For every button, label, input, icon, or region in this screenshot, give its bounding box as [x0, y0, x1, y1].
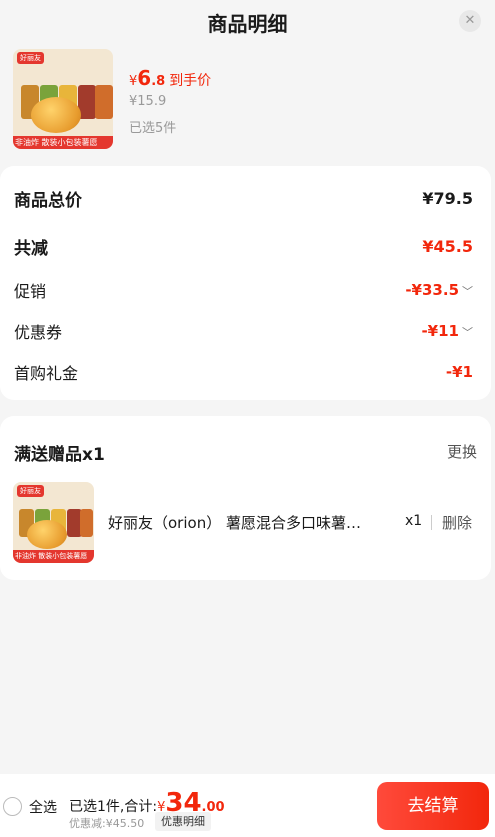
divider — [431, 515, 432, 530]
gift-card: 满送赠品x1 更换 好丽友 非油炸 散装小包装薯愿 好丽友（orion） 薯愿混… — [0, 416, 491, 580]
promo-amount: -¥33.5 — [405, 281, 459, 299]
gift-money-value: -¥1 — [445, 363, 473, 381]
coupon-row[interactable]: 优惠券 -¥11 ﹀ — [14, 319, 473, 343]
change-gift-button[interactable]: 更换 — [447, 441, 477, 462]
brand-tag: 好丽友 — [17, 52, 44, 64]
chip-image — [27, 520, 67, 549]
gift-title: 满送赠品x1 — [14, 445, 105, 465]
total-row: 商品总价 ¥79.5 — [14, 186, 473, 211]
select-all-label[interactable]: 全选 — [29, 797, 57, 817]
original-price: ¥15.9 — [129, 94, 167, 109]
chip-image — [31, 97, 81, 133]
price-dec: .8 — [151, 74, 166, 89]
thumb-banner: 非油炸 散装小包装薯愿 — [13, 550, 94, 563]
page-title: 商品明细 — [207, 12, 288, 36]
brand-tag: 好丽友 — [17, 485, 44, 497]
chevron-down-icon[interactable]: ﹀ — [462, 285, 473, 298]
price-summary-card: 商品总价 ¥79.5 共减 ¥45.5 促销 -¥33.5 ﹀ 优惠券 -¥11 ﹀… — [0, 166, 491, 400]
package-image — [95, 85, 113, 119]
gift-money-row: 首购礼金 -¥1 — [14, 360, 473, 384]
selected-count: 已选5件 — [129, 121, 177, 136]
close-icon[interactable]: ✕ — [465, 13, 476, 28]
gift-qty: x1 — [405, 513, 423, 529]
discount-detail-button[interactable]: 优惠明细 — [155, 812, 211, 831]
product-thumbnail: 好丽友 非油炸 散装小包装薯愿 — [13, 49, 113, 149]
deal-price: ¥6.8 到手价 — [129, 66, 211, 90]
checkout-button[interactable]: 去结算 — [377, 782, 489, 830]
total-label: 商品总价 — [14, 191, 82, 211]
coupon-label: 优惠券 — [14, 323, 63, 342]
select-all-radio[interactable] — [3, 797, 22, 816]
coupon-value[interactable]: -¥11 ﹀ — [421, 322, 473, 340]
summary-prefix: 已选1件,合计: — [69, 799, 158, 815]
price-label: 到手价 — [169, 73, 212, 89]
promo-row[interactable]: 促销 -¥33.5 ﹀ — [14, 278, 473, 302]
promo-value[interactable]: -¥33.5 ﹀ — [405, 281, 473, 299]
product-info: ¥6.8 到手价 ¥15.9 已选5件 — [129, 66, 211, 136]
gift-money-label: 首购礼金 — [14, 364, 79, 383]
delete-gift-button[interactable]: 删除 — [442, 512, 472, 533]
reduce-label: 共减 — [14, 239, 48, 259]
package-image — [80, 509, 93, 537]
total-value: ¥79.5 — [422, 189, 473, 208]
gift-thumbnail: 好丽友 非油炸 散装小包装薯愿 — [13, 482, 94, 563]
coupon-amount: -¥11 — [421, 322, 459, 340]
price-int: 6 — [137, 66, 152, 90]
checkout-bar: 全选 已选1件,合计:¥34.00 优惠减:¥45.50 优惠明细 去结算 — [0, 774, 495, 837]
header: 商品明细 ✕ — [0, 0, 495, 42]
promo-label: 促销 — [14, 282, 47, 301]
discount-text: 优惠减:¥45.50 — [69, 817, 145, 830]
chevron-down-icon[interactable]: ﹀ — [462, 326, 473, 339]
gift-name[interactable]: 好丽友（orion） 薯愿混合多口味薯… — [108, 512, 361, 533]
reduce-value: ¥45.5 — [422, 237, 473, 256]
reduce-row: 共减 ¥45.5 — [14, 234, 473, 259]
thumb-banner: 非油炸 散装小包装薯愿 — [13, 136, 113, 149]
close-button[interactable]: ✕ — [459, 10, 481, 32]
